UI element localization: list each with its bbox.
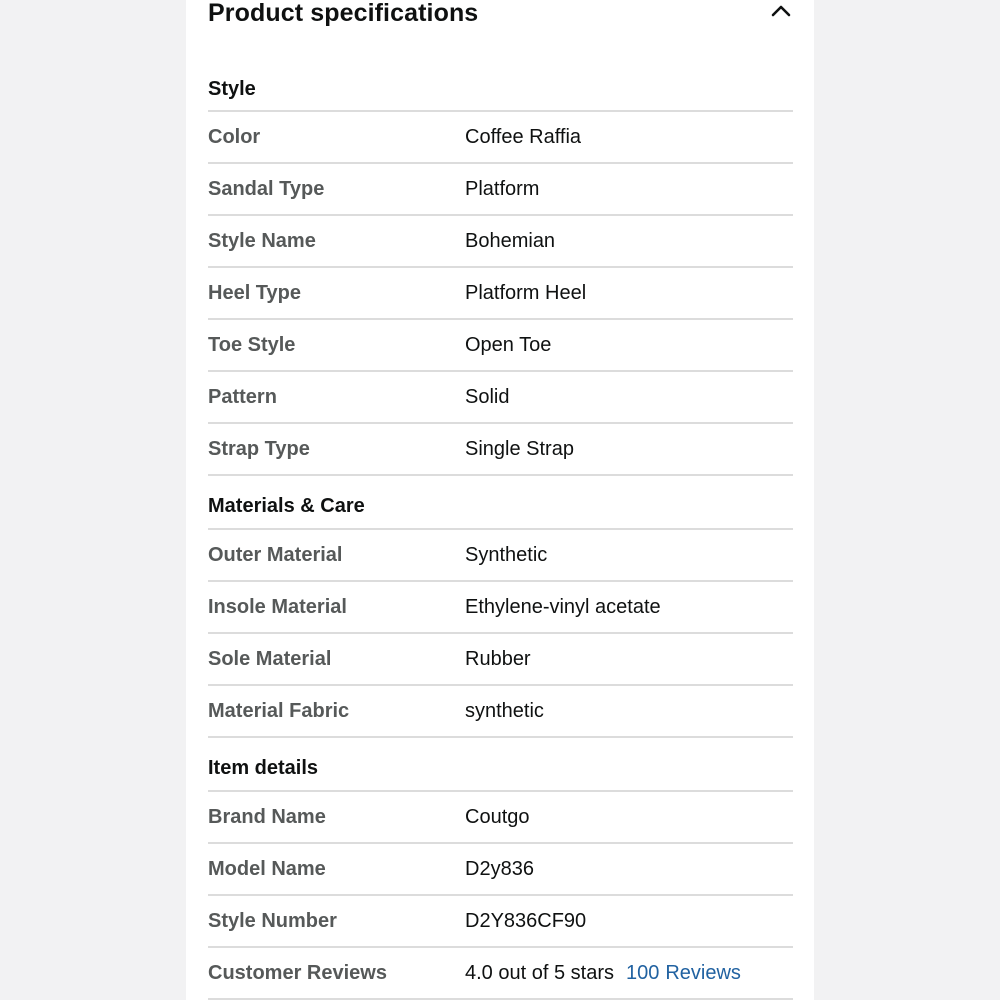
review-count-label: Reviews [665, 962, 741, 984]
section-heading-style: Style [208, 66, 793, 112]
spec-label: Color [208, 126, 261, 148]
spec-row-toe-style: Toe Style Open Toe [208, 320, 793, 372]
specifications-title: Product specifications [208, 0, 479, 27]
spec-label: Insole Material [208, 596, 347, 618]
spec-row-style-name: Style Name Bohemian [208, 216, 793, 268]
spec-row-pattern: Pattern Solid [208, 372, 793, 424]
specifications-content: Style Color Coffee Raffia Sandal Type Pl… [208, 66, 793, 1000]
spec-value: synthetic [465, 700, 544, 722]
spec-value: Ethylene-vinyl acetate [465, 596, 661, 618]
spec-value: Platform Heel [465, 282, 587, 304]
chevron-up-icon[interactable] [769, 0, 793, 24]
spec-row-sandal-type: Sandal Type Platform [208, 164, 793, 216]
spec-value: Rubber [465, 648, 531, 670]
spec-label: Style Name [208, 230, 316, 252]
spec-value: Synthetic [465, 544, 548, 566]
spec-label: Sandal Type [208, 178, 325, 200]
spec-row-material-fabric: Material Fabric synthetic [208, 686, 793, 738]
spec-row-strap-type: Strap Type Single Strap [208, 424, 793, 476]
spec-label: Model Name [208, 858, 326, 880]
spec-label: Brand Name [208, 806, 326, 828]
spec-label: Outer Material [208, 544, 343, 566]
section-heading-item-details: Item details [208, 738, 793, 792]
spec-value: Solid [465, 386, 510, 408]
spec-label: Heel Type [208, 282, 301, 304]
spec-value: Platform [465, 178, 540, 200]
spec-label: Material Fabric [208, 700, 350, 722]
spec-row-color: Color Coffee Raffia [208, 112, 793, 164]
spec-label: Strap Type [208, 438, 310, 460]
product-specifications-panel: Product specifications Style Color Coffe… [186, 0, 814, 1000]
spec-row-brand-name: Brand Name Coutgo [208, 792, 793, 844]
rating-text: 4.0 out of 5 stars [465, 962, 614, 984]
spec-value: Open Toe [465, 334, 552, 356]
spec-row-insole-material: Insole Material Ethylene-vinyl acetate [208, 582, 793, 634]
section-heading-materials: Materials & Care [208, 476, 793, 530]
spec-row-customer-reviews: Customer Reviews 4.0 out of 5 stars 100 Re… [208, 948, 793, 1000]
spec-row-outer-material: Outer Material Synthetic [208, 530, 793, 582]
specifications-header[interactable]: Product specifications [208, 0, 793, 36]
spec-label: Sole Material [208, 648, 332, 670]
spec-value: D2Y836CF90 [465, 910, 587, 932]
spec-row-heel-type: Heel Type Platform Heel [208, 268, 793, 320]
spec-value: Bohemian [465, 230, 556, 252]
spec-label: Toe Style [208, 334, 296, 356]
review-summary: 4.0 out of 5 stars 100 Reviews [465, 948, 741, 998]
spec-row-sole-material: Sole Material Rubber [208, 634, 793, 686]
spec-row-style-number: Style Number D2Y836CF90 [208, 896, 793, 948]
spec-value: Coffee Raffia [465, 126, 582, 148]
spec-value: Single Strap [465, 438, 574, 460]
spec-value: Coutgo [465, 806, 530, 828]
reviews-link[interactable]: 100 Reviews [626, 962, 741, 984]
spec-row-model-name: Model Name D2y836 [208, 844, 793, 896]
spec-label: Pattern [208, 386, 277, 408]
spec-value: D2y836 [465, 858, 534, 880]
spec-label: Style Number [208, 910, 337, 932]
review-count: 100 [625, 962, 660, 984]
spec-label: Customer Reviews [208, 962, 387, 984]
